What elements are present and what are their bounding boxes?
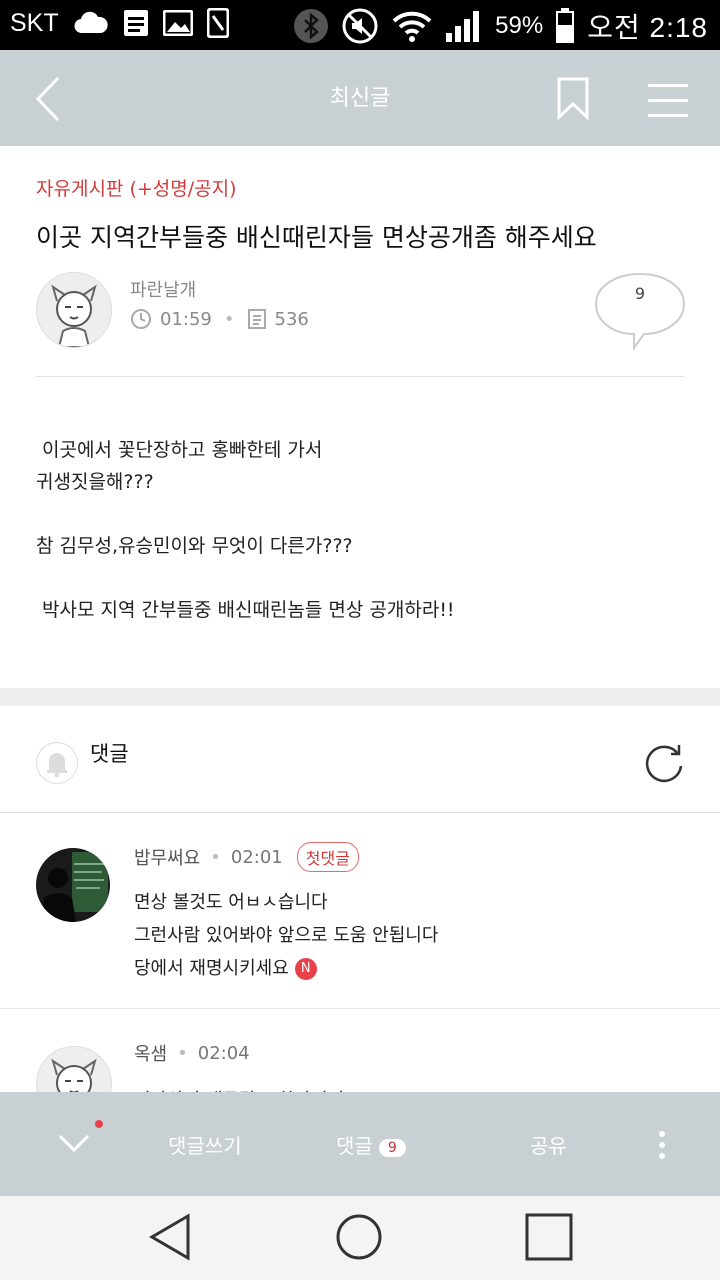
clock-icon (131, 309, 151, 329)
section-separator (0, 688, 720, 706)
image-icon (162, 10, 193, 36)
document-icon (123, 10, 148, 36)
phone-icon (206, 8, 229, 38)
profile-photo-icon (42, 852, 108, 922)
chevron-down-icon (58, 1134, 90, 1153)
body-line: 박사모 지역 간부들중 배신때린놈들 면상 공개하라!! (36, 599, 455, 621)
views-icon (247, 309, 266, 329)
comments-header: 댓글 (0, 706, 720, 813)
comments-title: 댓글 (90, 742, 129, 766)
meta-separator: • (177, 1042, 188, 1064)
system-nav-bar (0, 1196, 720, 1280)
meta-separator: • (210, 846, 221, 868)
comment-line: 면상 볼것도 어ㅂㅅ습니다 (134, 892, 328, 913)
commenter-avatar[interactable] (36, 1046, 112, 1092)
bookmark-button[interactable] (556, 76, 590, 121)
bluetooth-icon (294, 9, 329, 43)
vertical-dots-icon (659, 1131, 665, 1159)
circle-home-icon (336, 1214, 382, 1260)
comments-button[interactable]: 댓글 9 (336, 1130, 406, 1159)
carrier-label: SKT (10, 8, 59, 37)
body-line: 귀생짓을해??? (36, 471, 154, 493)
square-recents-icon (525, 1213, 573, 1261)
view-count: 536 (274, 308, 309, 330)
comment-header: 옥샘 • 02:04 (134, 1040, 250, 1066)
refresh-button[interactable] (640, 740, 688, 788)
comment-line: 그런사람 있어봐야 앞으로 도움 안됩니다 (134, 925, 439, 946)
cloud-icon (74, 11, 108, 34)
notification-dot (95, 1120, 103, 1128)
write-comment-button[interactable]: 댓글쓰기 (168, 1130, 242, 1159)
body-line: 이곳에서 꽃단장하고 홍빠한테 가서 (36, 439, 323, 461)
comments-count-badge: 9 (378, 1138, 406, 1157)
body-line: 참 김무성,유승민이와 무엇이 다른가??? (36, 535, 353, 557)
more-options-button[interactable] (652, 1130, 672, 1160)
triangle-back-icon (149, 1213, 190, 1261)
refresh-icon (645, 745, 683, 783)
comment-count-bubble[interactable]: 9 (594, 272, 686, 352)
comment-item: 옥샘 • 02:04 인자와서 대구말로 한마디멍교? (0, 1010, 720, 1092)
comment-line: 당에서 재명시키세요 (134, 958, 289, 979)
hamburger-menu-icon (648, 84, 688, 117)
post-meta: 01:59 • 536 (130, 308, 309, 330)
menu-button[interactable] (648, 82, 688, 118)
post-body: 이곳에서 꽃단장하고 홍빠한테 가서귀생짓을해??? 참 김무성,유승민이와 무엇… (36, 434, 455, 626)
commenter-avatar[interactable] (36, 848, 110, 922)
notification-toggle[interactable] (36, 742, 78, 784)
post-time: 01:59 (160, 308, 212, 330)
body-line (36, 498, 455, 530)
meta-separator: • (223, 308, 235, 330)
cat-avatar-icon (51, 1058, 97, 1092)
nav-home-button[interactable] (334, 1212, 384, 1262)
comment-header: 밥무써요 • 02:01 첫댓글 (134, 842, 359, 872)
comment-text: 인자와서 대구말로 한마디멍교? (134, 1084, 370, 1092)
commenter-name[interactable]: 밥무써요 (134, 844, 200, 870)
post-title: 이곳 지역간부들중 배신때린자들 면상공개좀 해주세요 (36, 223, 597, 252)
cat-avatar-icon (51, 284, 97, 347)
collapse-button[interactable] (54, 1122, 94, 1162)
battery-icon (556, 8, 575, 43)
body-line (36, 562, 455, 594)
wifi-icon (392, 11, 432, 42)
battery-percent: 59% (495, 12, 544, 39)
signal-icon (446, 11, 480, 42)
divider (36, 376, 684, 377)
comment-time: 02:01 (230, 846, 283, 868)
comment-text: 면상 볼것도 어ㅂㅅ습니다그런사람 있어봐야 앞으로 도움 안됩니다당에서 재명… (134, 886, 438, 985)
author-avatar[interactable] (36, 272, 112, 348)
nav-recent-apps-button[interactable] (524, 1212, 574, 1262)
bookmark-icon (557, 77, 589, 121)
comment-line-last: 당에서 재명시키세요 N (134, 952, 438, 985)
clock: 오전 2:18 (587, 12, 708, 43)
new-badge: N (294, 958, 317, 980)
nav-back-button[interactable] (146, 1212, 196, 1262)
first-comment-badge: 첫댓글 (296, 842, 359, 872)
mute-icon (342, 8, 378, 44)
comment-item: 밥무써요 • 02:01 첫댓글 면상 볼것도 어ㅂㅅ습니다그런사람 있어봐야 … (0, 812, 720, 1009)
page-title: 최신글 (329, 86, 391, 111)
commenter-name[interactable]: 옥샘 (134, 1040, 167, 1066)
comment-time: 02:04 (197, 1042, 250, 1064)
bottom-action-bar: 댓글쓰기 댓글 9 공유 (0, 1092, 720, 1196)
comment-count: 9 (634, 284, 646, 303)
comment-line: 인자와서 대구말로 한마디멍교? (134, 1084, 370, 1092)
status-bar: SKT 59% 오전 2:18 (0, 0, 720, 50)
app-bar: 최신글 (0, 50, 720, 146)
board-name[interactable]: 자유게시판 (+성명/공지) (36, 174, 237, 201)
comments-button-label: 댓글 (336, 1134, 373, 1158)
share-button[interactable]: 공유 (530, 1130, 567, 1159)
author-name[interactable]: 파란날개 (130, 276, 196, 302)
bell-icon (47, 753, 67, 778)
